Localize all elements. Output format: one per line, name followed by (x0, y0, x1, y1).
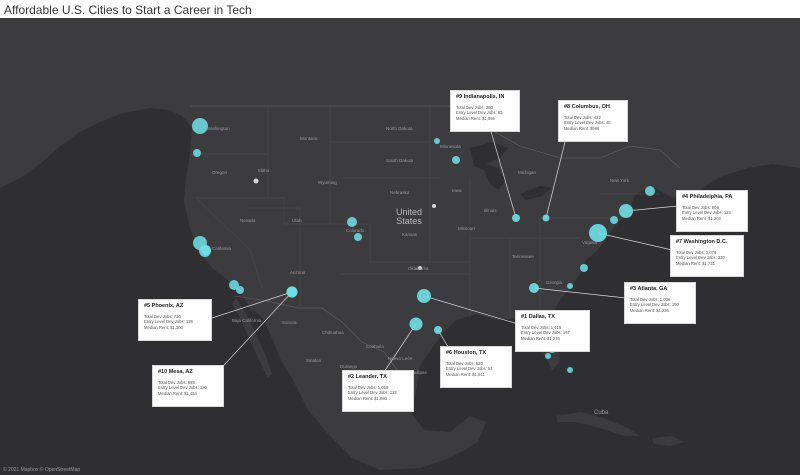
callout-title: #1 Dallas, TX (521, 314, 555, 320)
callout-median-rent: Median Rent: $966 (564, 125, 600, 131)
city-marker-indianapolis[interactable] (512, 214, 520, 222)
callout-median-rent: Median Rent: $1,236 (630, 307, 669, 313)
callout-phoenix[interactable]: #5 Phoenix, AZ Total Dev Jobs: 730 Entry… (138, 299, 212, 341)
state-label-chihuahua: Chihuahua (322, 330, 344, 335)
city-marker[interactable] (347, 217, 357, 227)
city-marker[interactable] (193, 149, 201, 157)
callout-median-rent: Median Rent: $1,731 (676, 260, 715, 266)
state-label-nevada: Nevada (240, 218, 256, 223)
city-marker[interactable] (580, 264, 588, 272)
state-label-virginia: Virginia (582, 240, 597, 245)
state-label-durango: Durango (340, 364, 358, 369)
callout-title: #7 Washington D.C. (676, 239, 728, 245)
callout-washington-dc[interactable]: #7 Washington D.C. Total Dev Jobs: 3,076… (670, 235, 744, 277)
state-label-minnesota: Minnesota (440, 144, 461, 149)
callout-columbus[interactable]: #8 Columbus, OH Total Dev Jobs: 422 Entr… (558, 100, 628, 142)
callout-median-rent: Median Rent: $1,041 (446, 371, 485, 377)
city-marker[interactable] (236, 286, 244, 294)
state-label-washington: Washington (206, 126, 230, 131)
callout-title: #5 Phoenix, AZ (144, 303, 184, 309)
city-marker[interactable] (432, 204, 436, 208)
callout-median-rent: Median Rent: $1,464 (158, 390, 197, 396)
city-marker[interactable] (545, 353, 551, 359)
callout-title: #4 Philadelphia, PA (682, 194, 733, 200)
state-label-nuevo-leon: Nuevo León (388, 356, 413, 361)
state-label-iowa: Iowa (452, 188, 462, 193)
state-label-michigan: Michigan (518, 170, 537, 175)
country-label-united-states: United States (396, 207, 422, 227)
state-label-montana: Montana (300, 136, 318, 141)
city-marker[interactable] (354, 233, 362, 241)
state-label-illinois: Illinois (484, 208, 497, 213)
state-label-california: California (212, 246, 232, 251)
state-label-oregon: Oregon (212, 170, 228, 175)
map-attribution[interactable]: © 2021 Mapbox © OpenStreetMap (3, 467, 80, 473)
callout-dallas[interactable]: #1 Dallas, TX Total Dev Jobs: 1,419 Entr… (515, 310, 590, 352)
state-label-new-york: New York (610, 178, 630, 183)
map-canvas[interactable]: United States Washington Oregon Idaho Mo… (0, 18, 800, 475)
leader-line-philadelphia (625, 205, 679, 212)
city-marker[interactable] (452, 156, 460, 164)
callout-title: #3 Atlanta, GA (630, 286, 668, 292)
city-marker[interactable] (567, 367, 573, 373)
state-label-sonora: Sonora (282, 320, 297, 325)
city-marker[interactable] (645, 186, 655, 196)
state-label-north-dakota: North Dakota (386, 126, 413, 131)
state-label-oklahoma: Oklahoma (408, 266, 429, 271)
callout-leander[interactable]: #2 Leander, TX Total Dev Jobs: 1,059 Ent… (342, 370, 414, 412)
country-label-line2: States (396, 216, 422, 227)
city-marker-mesa[interactable] (286, 286, 298, 298)
city-marker[interactable] (253, 178, 259, 184)
state-label-nebraska: Nebraska (390, 190, 410, 195)
state-label-colorado: Colorado (346, 228, 365, 233)
callout-median-rent: Median Rent: $1,055 (456, 115, 495, 121)
callout-median-rent: Median Rent: $1,203 (682, 215, 721, 221)
hispaniola-island (652, 436, 684, 446)
city-marker-houston[interactable] (434, 326, 442, 334)
state-label-sinaloa: Sinaloa (306, 358, 322, 363)
state-label-arizona: Arizona (290, 270, 306, 275)
leader-line-washington-dc (597, 232, 673, 251)
callout-median-rent: Median Rent: $1,306 (144, 324, 183, 330)
state-label-coahuila: Coahuila (366, 344, 384, 349)
city-marker[interactable] (610, 216, 618, 224)
callout-atlanta[interactable]: #3 Atlanta, GA Total Dev Jobs: 1,036 Ent… (624, 282, 696, 324)
state-label-utah: Utah (292, 218, 302, 223)
page-title: Affordable U.S. Cities to Start a Career… (4, 3, 252, 17)
callout-median-rent: Median Rent: $1,060 (348, 395, 387, 401)
state-label-kansas: Kansas (402, 232, 418, 237)
callout-title: #8 Columbus, OH (564, 104, 610, 110)
city-marker-philadelphia[interactable] (619, 204, 633, 218)
callout-indianapolis[interactable]: #9 Indianapolis, IN Total Dev Jobs: 380 … (450, 90, 520, 132)
state-label-south-dakota: South Dakota (386, 158, 414, 163)
callout-houston[interactable]: #6 Houston, TX Total Dev Jobs: 520 Entry… (440, 346, 512, 388)
state-label-wyoming: Wyoming (318, 180, 337, 185)
state-label-georgia: Georgia (546, 280, 563, 285)
city-marker-leander[interactable] (409, 317, 423, 331)
state-label-baja-california: Baja California (232, 318, 262, 323)
country-label-cuba: Cuba (594, 410, 609, 416)
city-marker[interactable] (567, 283, 573, 289)
city-marker[interactable] (201, 245, 211, 255)
callout-philadelphia[interactable]: #4 Philadelphia, PA Total Dev Jobs: 808 … (676, 190, 748, 232)
city-marker-dallas[interactable] (417, 289, 431, 303)
callout-median-rent: Median Rent: $1,276 (521, 335, 560, 341)
state-label-tennessee: Tennessee (512, 254, 534, 259)
city-marker-columbus[interactable] (542, 214, 550, 222)
callout-title: #2 Leander, TX (348, 374, 387, 380)
state-label-idaho: Idaho (258, 168, 270, 173)
callout-title: #6 Houston, TX (446, 350, 487, 356)
city-marker-atlanta[interactable] (529, 283, 539, 293)
callout-title: #9 Indianapolis, IN (456, 94, 505, 100)
state-label-missouri: Missouri (458, 226, 475, 231)
callout-mesa[interactable]: #10 Mesa, AZ Total Dev Jobs: 888 Entry L… (152, 365, 224, 407)
callout-title: #10 Mesa, AZ (158, 369, 193, 375)
